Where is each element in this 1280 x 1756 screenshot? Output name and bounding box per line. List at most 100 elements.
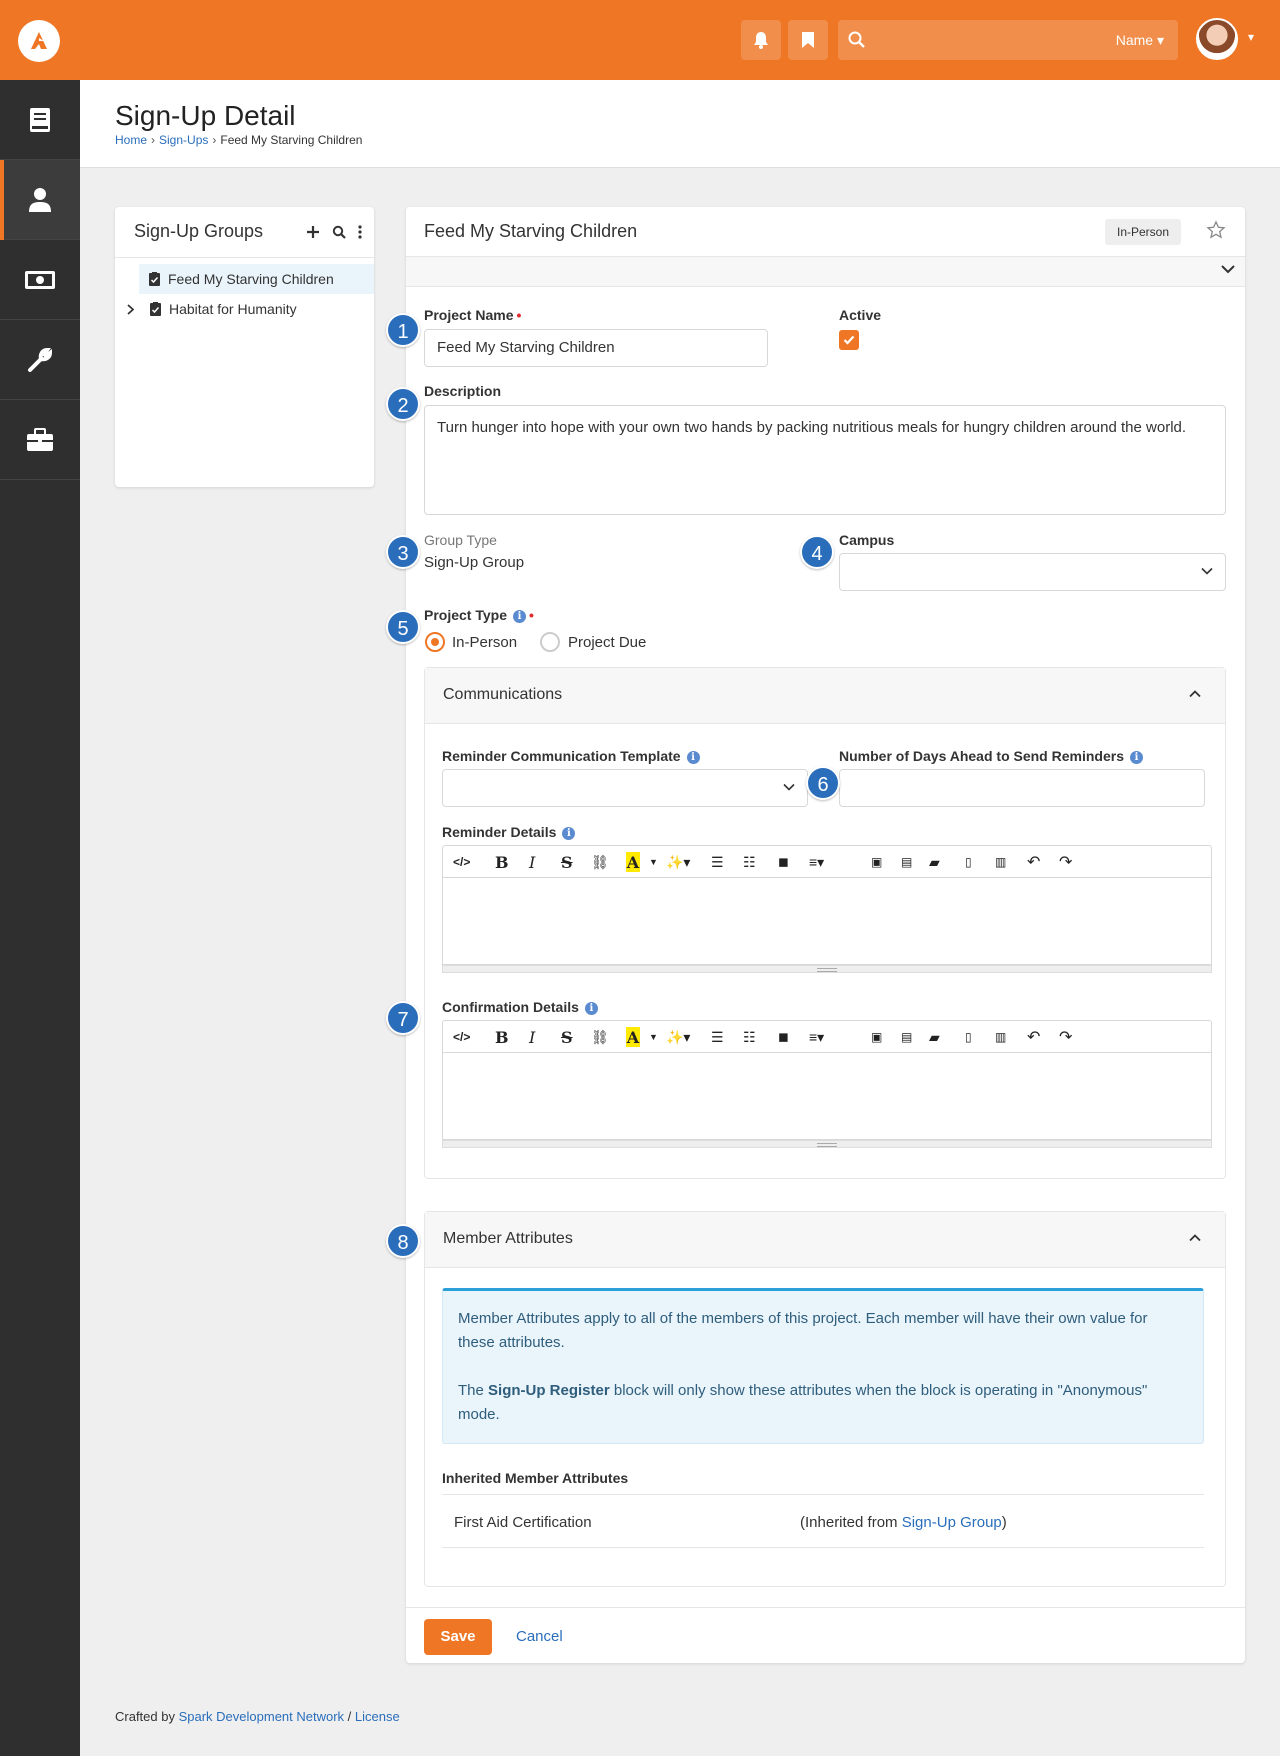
inherited-group-link[interactable]: Sign-Up Group xyxy=(902,1514,1002,1531)
unordered-list-icon[interactable]: ☷ xyxy=(743,852,756,872)
italic-icon[interactable]: I xyxy=(529,1027,535,1047)
chevron-up-icon[interactable] xyxy=(1189,1234,1201,1242)
image-icon[interactable]: ▣ xyxy=(871,852,882,872)
folder-icon[interactable]: ▰ xyxy=(929,852,940,872)
save-button[interactable]: Save xyxy=(424,1619,492,1655)
page-header: Sign-Up Detail Home › Sign-Ups › Feed My Sta… xyxy=(80,80,1280,168)
nav-item-finance[interactable] xyxy=(0,240,80,320)
breadcrumb-sign-ups[interactable]: Sign-Ups xyxy=(159,133,208,147)
magic-wand-icon[interactable]: ✨▾ xyxy=(666,852,690,872)
unordered-list-icon[interactable]: ☷ xyxy=(743,1027,756,1047)
tree-item-habitat-for-humanity[interactable]: Habitat for Humanity xyxy=(115,294,374,324)
redo-icon[interactable]: ↷ xyxy=(1059,852,1072,872)
spark-link[interactable]: Spark Development Network xyxy=(179,1709,344,1724)
link-icon[interactable]: ⛓ xyxy=(591,852,609,872)
chevron-down-icon[interactable] xyxy=(1221,264,1235,274)
project-type-project-due-label[interactable]: Project Due xyxy=(568,634,646,651)
strikethrough-icon[interactable]: S xyxy=(561,852,573,872)
document-icon[interactable]: ▤ xyxy=(901,852,912,872)
tree-item-label: Habitat for Humanity xyxy=(169,301,297,317)
member-attributes-title: Member Attributes xyxy=(443,1230,573,1247)
document-icon[interactable]: ▤ xyxy=(901,1027,912,1047)
annotation-marker-1: 1 xyxy=(386,313,420,347)
color-dropdown-icon[interactable]: ▼ xyxy=(649,852,658,872)
bold-icon[interactable]: B xyxy=(495,1027,509,1047)
check-icon xyxy=(843,335,855,345)
bookmark-icon[interactable] xyxy=(788,20,828,60)
ordered-list-icon[interactable]: ☰ xyxy=(711,852,724,872)
member-attributes-section-header[interactable]: Member Attributes xyxy=(425,1212,1225,1268)
code-view-icon[interactable]: </> xyxy=(453,1027,470,1047)
days-ahead-input[interactable] xyxy=(839,769,1205,807)
add-icon[interactable] xyxy=(306,225,320,239)
nav-item-tools[interactable] xyxy=(0,320,80,400)
editor-content-area[interactable] xyxy=(442,1052,1212,1140)
paste-icon[interactable]: ▯ xyxy=(965,852,972,872)
active-checkbox[interactable] xyxy=(839,330,859,350)
nav-item-admin[interactable] xyxy=(0,400,80,480)
highlight-color-icon[interactable]: A xyxy=(626,1027,640,1047)
magic-wand-icon[interactable]: ✨▾ xyxy=(666,1027,690,1047)
star-icon[interactable] xyxy=(1206,220,1226,240)
chevron-down-icon[interactable]: ▾ xyxy=(1248,30,1254,44)
italic-icon[interactable]: I xyxy=(529,852,535,872)
editor-resize-handle[interactable] xyxy=(442,965,1212,973)
chevron-up-icon[interactable] xyxy=(1189,690,1201,698)
nav-item-people[interactable] xyxy=(0,160,80,240)
footer-credits: Crafted by Spark Development Network / L… xyxy=(115,1709,400,1724)
project-type-in-person-label[interactable]: In-Person xyxy=(452,634,517,651)
breadcrumb-home[interactable]: Home xyxy=(115,133,147,147)
notifications-bell-icon[interactable] xyxy=(741,20,781,60)
more-options-icon[interactable] xyxy=(358,225,362,239)
license-link[interactable]: License xyxy=(355,1709,400,1724)
undo-icon[interactable]: ↶ xyxy=(1027,852,1040,872)
campus-select[interactable] xyxy=(839,553,1226,591)
align-icon[interactable]: ≡▾ xyxy=(809,852,824,872)
campus-label: Campus xyxy=(839,532,895,548)
cancel-button[interactable]: Cancel xyxy=(516,1628,563,1645)
editor-content-area[interactable] xyxy=(442,877,1212,965)
folder-icon[interactable]: ▰ xyxy=(929,1027,940,1047)
side-nav xyxy=(0,80,80,1756)
description-textarea[interactable]: Turn hunger into hope with your own two … xyxy=(424,405,1226,515)
reminder-template-label: Reminder Communication Template i xyxy=(442,748,700,764)
annotation-marker-6: 6 xyxy=(806,766,840,800)
align-icon[interactable]: ≡▾ xyxy=(809,1027,824,1047)
project-name-input[interactable]: Feed My Starving Children xyxy=(424,329,768,367)
eraser-icon[interactable]: ◼ xyxy=(778,1027,789,1047)
rock-logo-icon[interactable] xyxy=(18,20,60,62)
paste-word-icon[interactable]: ▥ xyxy=(995,852,1006,872)
color-dropdown-icon[interactable]: ▼ xyxy=(649,1027,658,1047)
ordered-list-icon[interactable]: ☰ xyxy=(711,1027,724,1047)
editor-resize-handle[interactable] xyxy=(442,1140,1212,1148)
editor-toolbar: </> B I S ⛓ A ▼ ✨▾ ☰ ☷ ◼ ≡▾ ▣ ▤ ▰ ▯ ▥ ↶ … xyxy=(442,845,1212,877)
chevron-right-icon[interactable] xyxy=(127,303,134,315)
communications-section-header[interactable]: Communications xyxy=(425,668,1225,724)
strikethrough-icon[interactable]: S xyxy=(561,1027,573,1047)
paste-word-icon[interactable]: ▥ xyxy=(995,1027,1006,1047)
project-type-project-due-radio[interactable] xyxy=(540,632,560,652)
tree-item-feed-my-starving-children[interactable]: Feed My Starving Children xyxy=(139,264,374,294)
money-icon xyxy=(25,270,55,289)
undo-icon[interactable]: ↶ xyxy=(1027,1027,1040,1047)
image-icon[interactable]: ▣ xyxy=(871,1027,882,1047)
reminder-details-label: Reminder Details i xyxy=(442,824,576,840)
avatar[interactable] xyxy=(1196,18,1238,60)
link-icon[interactable]: ⛓ xyxy=(591,1027,609,1047)
project-type-in-person-radio[interactable] xyxy=(425,632,445,652)
book-icon xyxy=(30,107,50,132)
member-attributes-info-alert: Member Attributes apply to all of the me… xyxy=(442,1288,1204,1444)
paste-icon[interactable]: ▯ xyxy=(965,1027,972,1047)
global-search-input[interactable]: Name ▾ xyxy=(838,20,1178,60)
search-scope-dropdown[interactable]: Name ▾ xyxy=(1116,32,1164,49)
bold-icon[interactable]: B xyxy=(495,852,509,872)
code-view-icon[interactable]: </> xyxy=(453,852,470,872)
highlight-color-icon[interactable]: A xyxy=(626,852,640,872)
redo-icon[interactable]: ↷ xyxy=(1059,1027,1072,1047)
nav-item-content[interactable] xyxy=(0,80,80,160)
project-name-label: Project Name • xyxy=(424,307,522,323)
details-collapse-bar[interactable] xyxy=(406,257,1245,287)
eraser-icon[interactable]: ◼ xyxy=(778,852,789,872)
reminder-template-select[interactable] xyxy=(442,769,808,807)
search-icon[interactable] xyxy=(332,225,346,239)
